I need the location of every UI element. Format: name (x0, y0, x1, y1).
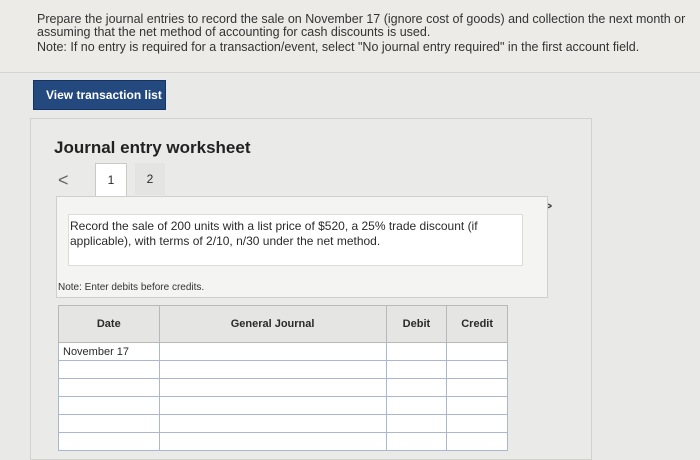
debit-input[interactable] (385, 396, 448, 415)
debit-input[interactable] (385, 360, 448, 379)
debits-note: Note: Enter debits before credits. (58, 282, 205, 293)
credit-input[interactable] (446, 378, 508, 397)
worksheet-title: Journal entry worksheet (54, 138, 251, 157)
debit-input[interactable] (385, 342, 448, 361)
tab-entry-2[interactable]: 2 (135, 163, 165, 195)
table-row (58, 432, 508, 451)
general-journal-header: General Journal (158, 305, 387, 343)
table-row (58, 396, 508, 415)
date-cell (58, 378, 160, 397)
date-header: Date (58, 305, 160, 343)
debit-header: Debit (385, 305, 448, 343)
account-input[interactable] (158, 414, 387, 433)
debit-input[interactable] (385, 432, 448, 451)
date-cell (58, 432, 160, 451)
instructions-panel: Prepare the journal entries to record th… (0, 0, 700, 73)
account-input[interactable] (158, 360, 387, 379)
credit-header: Credit (446, 305, 508, 343)
credit-input[interactable] (446, 342, 508, 361)
debit-input[interactable] (385, 378, 448, 397)
journal-table: Date General Journal Debit Credit Novemb… (58, 305, 508, 451)
table-row: November 17 (58, 342, 508, 361)
credit-input[interactable] (446, 396, 508, 415)
date-cell: November 17 (58, 342, 160, 361)
table-row (58, 378, 508, 397)
table-row (58, 414, 508, 433)
account-input[interactable] (158, 396, 387, 415)
instruction-line-2: assuming that the net method of accounti… (37, 25, 431, 39)
entry-description-line-1: Record the sale of 200 units with a list… (70, 219, 478, 233)
account-input[interactable] (158, 432, 387, 451)
credit-input[interactable] (446, 360, 508, 379)
debit-input[interactable] (385, 414, 448, 433)
credit-input[interactable] (446, 414, 508, 433)
view-transaction-list-button[interactable]: View transaction list (33, 80, 166, 110)
previous-arrow-icon[interactable]: < (58, 170, 69, 191)
date-cell (58, 396, 160, 415)
account-input[interactable] (158, 378, 387, 397)
instruction-note: Note: If no entry is required for a tran… (37, 40, 640, 54)
credit-input[interactable] (446, 432, 508, 451)
date-cell (58, 414, 160, 433)
date-cell (58, 360, 160, 379)
tab-entry-1[interactable]: 1 (95, 163, 127, 196)
entry-description-line-2: applicable), with terms of 2/10, n/30 un… (70, 234, 381, 248)
account-input[interactable] (158, 342, 387, 361)
entry-description: Record the sale of 200 units with a list… (68, 214, 523, 266)
table-row (58, 360, 508, 379)
